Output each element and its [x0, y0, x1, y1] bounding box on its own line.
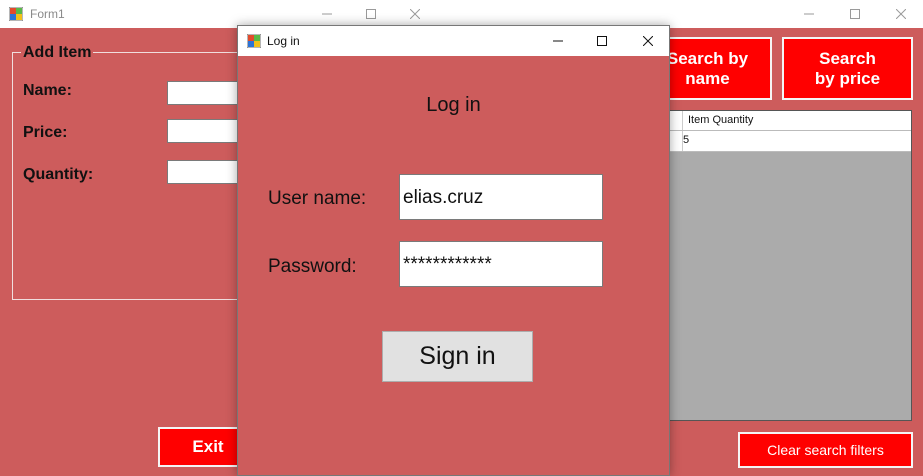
- main-close-button[interactable]: [392, 0, 438, 28]
- main-minimize-button-right[interactable]: [786, 0, 832, 28]
- password-label: Password:: [268, 256, 357, 277]
- password-input[interactable]: [399, 241, 603, 287]
- login-dialog: Log in Log in User name: Password: Sign …: [237, 25, 670, 476]
- main-close-button-right[interactable]: [878, 0, 923, 28]
- price-input[interactable]: [167, 119, 247, 143]
- login-maximize-button[interactable]: [579, 26, 625, 56]
- login-close-button[interactable]: [625, 26, 671, 56]
- price-label: Price:: [23, 124, 68, 141]
- login-window-title: Log in: [267, 34, 300, 48]
- table-row[interactable]: 5: [661, 131, 911, 152]
- maximize-icon: [597, 36, 607, 46]
- main-maximize-button-right[interactable]: [832, 0, 878, 28]
- main-window-title: Form1: [30, 7, 65, 21]
- grid-cell-quantity[interactable]: 5: [678, 131, 689, 151]
- clear-search-filters-button[interactable]: Clear search filters: [738, 432, 913, 468]
- minimize-icon: [553, 40, 563, 42]
- quantity-input[interactable]: [167, 160, 247, 184]
- close-icon: [896, 9, 906, 19]
- minimize-icon: [322, 13, 332, 15]
- main-maximize-button[interactable]: [348, 0, 394, 28]
- close-icon: [643, 36, 653, 46]
- name-input[interactable]: [167, 81, 247, 105]
- quantity-label: Quantity:: [23, 166, 94, 183]
- login-titlebar[interactable]: Log in: [238, 26, 669, 56]
- grid-header: Item Quantity: [661, 111, 911, 131]
- items-grid[interactable]: Item Quantity 5: [660, 110, 912, 421]
- search-by-price-button[interactable]: Search by price: [782, 37, 913, 100]
- username-input[interactable]: [399, 174, 603, 220]
- app-icon: [247, 34, 261, 48]
- main-titlebar[interactable]: Form1: [0, 0, 923, 28]
- username-label: User name:: [268, 188, 367, 209]
- login-minimize-button[interactable]: [535, 26, 581, 56]
- login-heading: Log in: [426, 94, 481, 116]
- maximize-icon: [366, 9, 376, 19]
- close-icon: [410, 9, 420, 19]
- sign-in-button[interactable]: Sign in: [382, 331, 533, 382]
- maximize-icon: [850, 9, 860, 19]
- main-minimize-button[interactable]: [304, 0, 350, 28]
- app-icon: [9, 7, 23, 21]
- name-label: Name:: [23, 82, 72, 99]
- grid-header-item-quantity[interactable]: Item Quantity: [683, 111, 753, 130]
- minimize-icon: [804, 13, 814, 15]
- add-item-title: Add Item: [21, 44, 94, 62]
